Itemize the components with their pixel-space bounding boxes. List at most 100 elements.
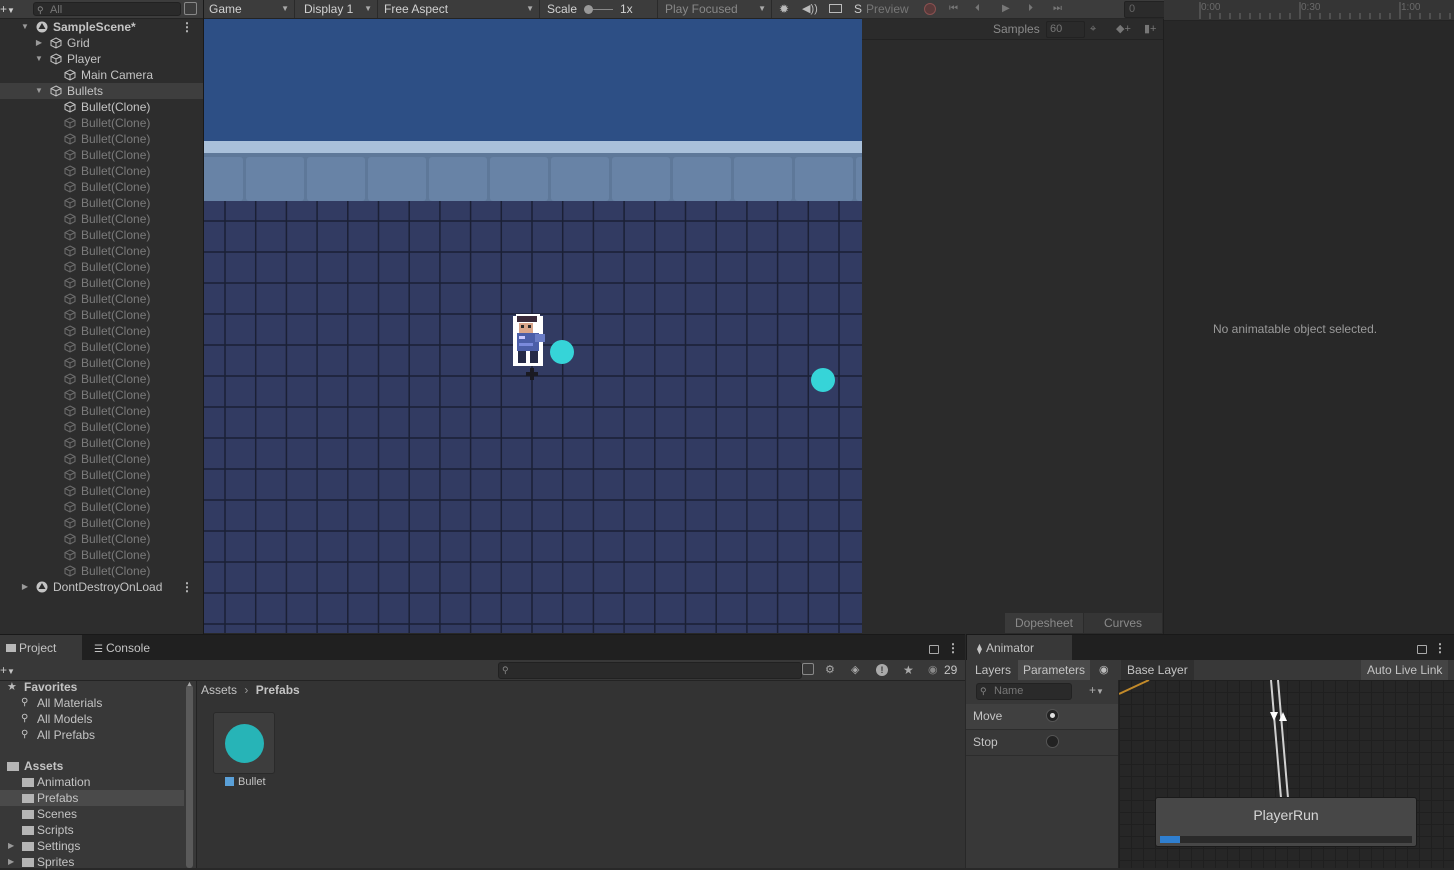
project-tree-scrollbar[interactable]	[186, 685, 193, 868]
timeline-ruler[interactable]: 0:00 0:30 1:00	[1164, 0, 1454, 21]
expand-arrow-icon[interactable]: ▼	[20, 19, 30, 35]
aspect-dropdown[interactable]: Free Aspect ▼	[379, 0, 540, 18]
parameter-search-input[interactable]: ⚲ Name	[976, 683, 1072, 700]
project-search-input[interactable]: ⚲	[498, 662, 802, 679]
lock-icon[interactable]	[1417, 645, 1427, 654]
tab-parameters[interactable]: Parameters	[1018, 660, 1091, 680]
hierarchy-row[interactable]: Bullet(Clone)	[0, 563, 203, 579]
favorite-item[interactable]: ⚲ All Prefabs	[0, 727, 184, 743]
folder-item[interactable]: Scripts	[0, 822, 184, 838]
hierarchy-row[interactable]: Bullet(Clone)	[0, 387, 203, 403]
next-keyframe-icon[interactable]: ⏵	[1028, 0, 1033, 18]
hierarchy-row[interactable]: Bullet(Clone)	[0, 163, 203, 179]
folder-item[interactable]: ▶ Settings	[0, 838, 184, 854]
favorite-item[interactable]: ⚲ All Materials	[0, 695, 184, 711]
record-icon[interactable]	[924, 3, 936, 15]
base-layer-breadcrumb[interactable]: Base Layer	[1121, 660, 1194, 680]
tab-animator[interactable]: ⧫ Animator	[967, 635, 1072, 661]
search-by-type-icon[interactable]: ⚙	[825, 660, 835, 680]
tab-console[interactable]: ☰ Console	[88, 635, 168, 661]
eye-icon[interactable]: ◉	[1099, 660, 1109, 680]
audio-icon[interactable]: ◀))	[802, 1, 818, 17]
scale-slider[interactable]: Scale 1x	[542, 0, 658, 18]
animator-graph[interactable]: PlayerRun	[1119, 680, 1454, 868]
tab-project[interactable]: Project	[0, 635, 82, 661]
folder-item[interactable]: Prefabs	[0, 790, 184, 806]
parameter-bool-toggle[interactable]	[1046, 709, 1059, 722]
state-node[interactable]: PlayerRun	[1155, 797, 1417, 847]
auto-live-link-button[interactable]: Auto Live Link	[1361, 660, 1449, 680]
last-keyframe-icon[interactable]: ⏭	[1053, 0, 1062, 18]
parameter-bool-toggle[interactable]	[1046, 735, 1059, 748]
hierarchy-row[interactable]: Bullet(Clone)	[0, 435, 203, 451]
collapse-arrow-icon[interactable]: ▶	[34, 35, 44, 51]
hierarchy-row[interactable]: ▼ Player	[0, 51, 203, 67]
hierarchy-row[interactable]: Bullet(Clone)	[0, 547, 203, 563]
scroll-up-icon[interactable]: ▲	[186, 681, 193, 688]
hierarchy-row[interactable]: Bullet(Clone)	[0, 371, 203, 387]
previous-keyframe-icon[interactable]: ⏴	[975, 0, 980, 18]
add-parameter-button[interactable]: +▼	[1089, 681, 1104, 701]
hierarchy-row[interactable]: Bullet(Clone)	[0, 131, 203, 147]
label-icon[interactable]: ◈	[851, 660, 859, 680]
hierarchy-row[interactable]: Bullet(Clone)	[0, 259, 203, 275]
hierarchy-row[interactable]: Bullet(Clone)	[0, 419, 203, 435]
search-filter-icon[interactable]	[184, 2, 197, 15]
tab-curves[interactable]: Curves	[1084, 613, 1162, 633]
hierarchy-row[interactable]: Bullet(Clone)	[0, 195, 203, 211]
hierarchy-row[interactable]: Bullet(Clone)	[0, 451, 203, 467]
hierarchy-row[interactable]: Bullet(Clone)	[0, 339, 203, 355]
hierarchy-row[interactable]: ▶ Grid	[0, 35, 203, 51]
hierarchy-row[interactable]: Bullet(Clone)	[0, 307, 203, 323]
asset-item[interactable]: Bullet	[213, 712, 275, 792]
more-options-icon[interactable]: ⋮	[181, 19, 193, 35]
game-view-canvas[interactable]	[204, 19, 862, 633]
tab-layers[interactable]: Layers	[970, 660, 1016, 680]
hierarchy-row[interactable]: Bullet(Clone)	[0, 243, 203, 259]
favorite-item[interactable]: ⚲ All Models	[0, 711, 184, 727]
hierarchy-row[interactable]: Bullet(Clone)	[0, 179, 203, 195]
hierarchy-row[interactable]: ▼ SampleScene* ⋮	[0, 19, 203, 35]
expand-arrow-icon[interactable]: ▶	[8, 838, 14, 854]
play-mode-dropdown[interactable]: Play Focused ▼	[660, 0, 772, 18]
frame-field[interactable]: 0	[1124, 1, 1166, 18]
expand-arrow-icon[interactable]: ▼	[34, 51, 44, 67]
eye-icon[interactable]: ◉	[928, 660, 938, 680]
hierarchy-row[interactable]: Main Camera	[0, 67, 203, 83]
hierarchy-row[interactable]: ▼ Bullets	[0, 83, 203, 99]
tab-dopesheet[interactable]: Dopesheet	[1005, 613, 1083, 633]
favorites-header[interactable]: ★ Favorites	[0, 679, 184, 695]
parameter-row[interactable]: Stop	[966, 730, 1118, 756]
bug-icon[interactable]: ✹	[777, 1, 791, 17]
more-options-icon[interactable]: ⋮	[947, 635, 959, 661]
assets-header[interactable]: Assets	[0, 758, 184, 774]
stats-icon[interactable]	[829, 4, 842, 13]
warning-icon[interactable]: !	[876, 664, 888, 676]
parameter-row[interactable]: Move	[966, 704, 1118, 730]
breadcrumb-item[interactable]: Prefabs	[256, 683, 300, 697]
hierarchy-row[interactable]: Bullet(Clone)	[0, 323, 203, 339]
hierarchy-row[interactable]: Bullet(Clone)	[0, 275, 203, 291]
folder-item[interactable]: Animation	[0, 774, 184, 790]
gizmos-cut-label[interactable]: S	[854, 0, 862, 18]
scale-slider-thumb[interactable]	[584, 5, 593, 14]
create-dropdown[interactable]: +▼	[0, 0, 24, 18]
hierarchy-search-input[interactable]: ⚲ All	[33, 2, 181, 16]
breadcrumb-item[interactable]: Assets	[201, 683, 237, 697]
lock-icon[interactable]	[929, 645, 939, 654]
hierarchy-row[interactable]: Bullet(Clone)	[0, 355, 203, 371]
play-icon[interactable]: ▶	[1002, 0, 1010, 18]
hierarchy-row[interactable]: ▶ DontDestroyOnLoad ⋮	[0, 579, 203, 595]
hierarchy-row[interactable]: Bullet(Clone)	[0, 211, 203, 227]
hierarchy-row[interactable]: Bullet(Clone)	[0, 403, 203, 419]
keyframe-filter-icon[interactable]: ⌖	[1090, 20, 1096, 38]
hierarchy-row[interactable]: Bullet(Clone)	[0, 515, 203, 531]
hierarchy-row[interactable]: Bullet(Clone)	[0, 531, 203, 547]
add-keyframe-icon[interactable]: ◆+	[1116, 20, 1131, 38]
more-options-icon[interactable]: ⋮	[181, 579, 193, 595]
expand-arrow-icon[interactable]: ▼	[34, 83, 44, 99]
star-icon[interactable]: ★	[903, 660, 914, 680]
hierarchy-row[interactable]: Bullet(Clone)	[0, 291, 203, 307]
hierarchy-row[interactable]: Bullet(Clone)	[0, 227, 203, 243]
hierarchy-row[interactable]: Bullet(Clone)	[0, 115, 203, 131]
